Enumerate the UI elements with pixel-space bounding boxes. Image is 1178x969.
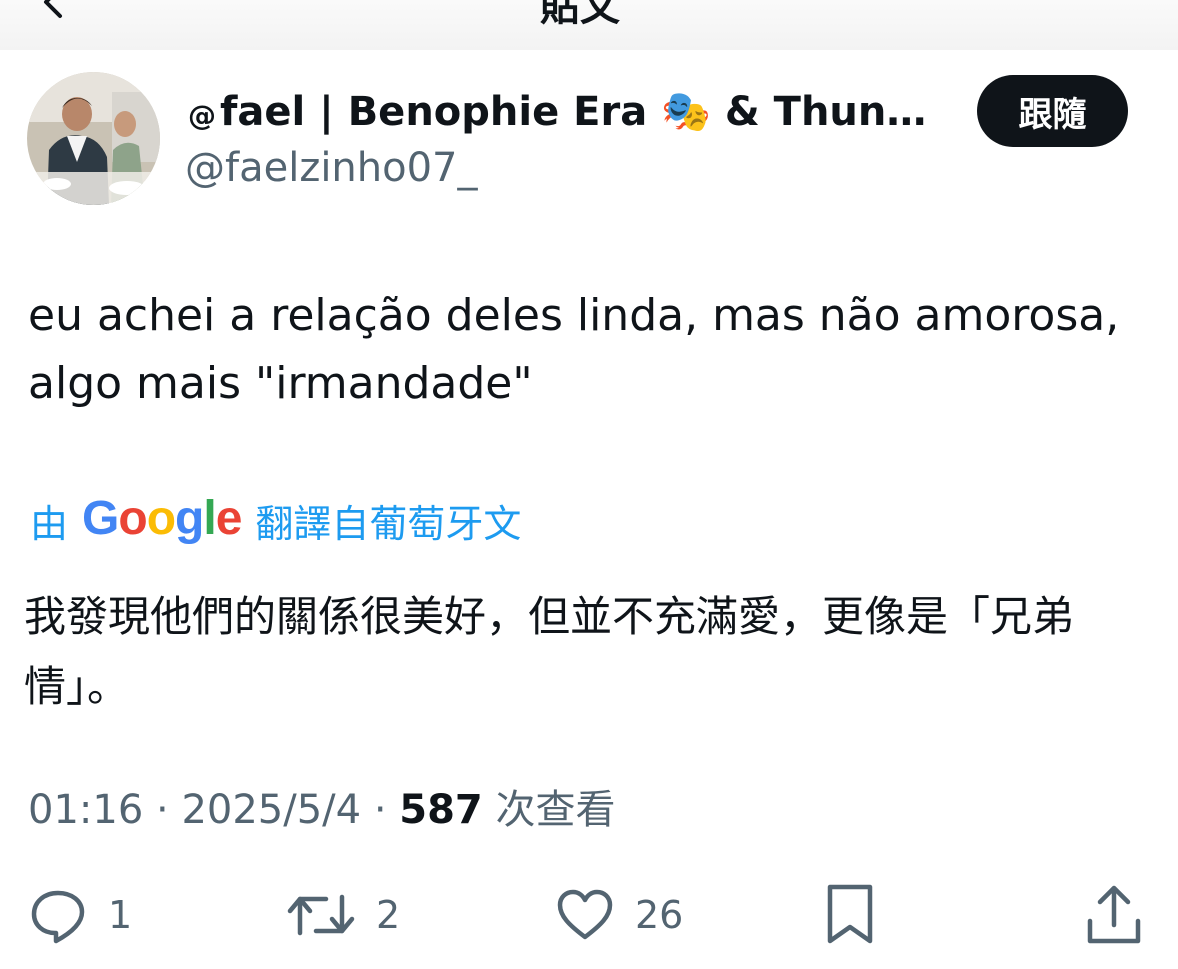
page-title: 貼文 <box>540 0 620 30</box>
meta-separator: · <box>156 787 169 833</box>
like-button[interactable]: 26 <box>555 880 683 950</box>
top-navigation-bar: 貼文 <box>0 0 1178 50</box>
translation-suffix: 翻譯自葡萄牙文 <box>255 501 522 546</box>
share-icon <box>1087 885 1141 944</box>
reply-icon <box>31 890 85 944</box>
author-display-name[interactable]: @ fael | Benophie Era 🎭 & Thunde... <box>188 84 948 144</box>
display-name-text: fael | Benophie Era 🎭 & Thunde... <box>220 89 948 135</box>
back-arrow-icon[interactable] <box>36 0 72 20</box>
avatar-photo-icon <box>27 72 160 205</box>
translation-attribution[interactable]: 由 Google 翻譯自葡萄牙文 <box>30 490 521 550</box>
bookmark-icon <box>827 884 873 944</box>
translation-prefix: 由 <box>30 501 69 546</box>
retweet-button[interactable]: 2 <box>286 880 400 950</box>
avatar[interactable] <box>27 72 160 205</box>
reply-button[interactable]: 1 <box>28 880 132 950</box>
views-count[interactable]: 587 <box>399 787 483 833</box>
follow-button[interactable]: 跟隨 <box>977 75 1128 147</box>
tweet-metadata: 01:16 · 2025/5/4 · 587 次查看 <box>28 782 615 838</box>
heart-icon <box>557 889 613 940</box>
like-count: 26 <box>635 893 684 937</box>
tweet-date[interactable]: 2025/5/4 <box>181 787 361 833</box>
share-button[interactable] <box>1084 880 1144 950</box>
reply-count: 1 <box>108 893 133 937</box>
google-logo: Google <box>82 491 242 545</box>
tweet-text: eu achei a relação deles linda, mas não … <box>28 290 1120 409</box>
display-name-prefix: @ <box>188 99 216 132</box>
retweet-count: 2 <box>376 893 401 937</box>
views-label: 次查看 <box>495 787 616 833</box>
author-handle[interactable]: @faelzinho07_ <box>185 140 478 196</box>
bookmark-button[interactable] <box>822 880 878 950</box>
translated-text: 我發現他們的關係很美好，但並不充滿愛，更像是「兄弟情」。 <box>24 592 1075 711</box>
tweet-time[interactable]: 01:16 <box>28 787 143 833</box>
retweet-icon <box>287 894 355 936</box>
meta-separator: · <box>373 787 387 833</box>
